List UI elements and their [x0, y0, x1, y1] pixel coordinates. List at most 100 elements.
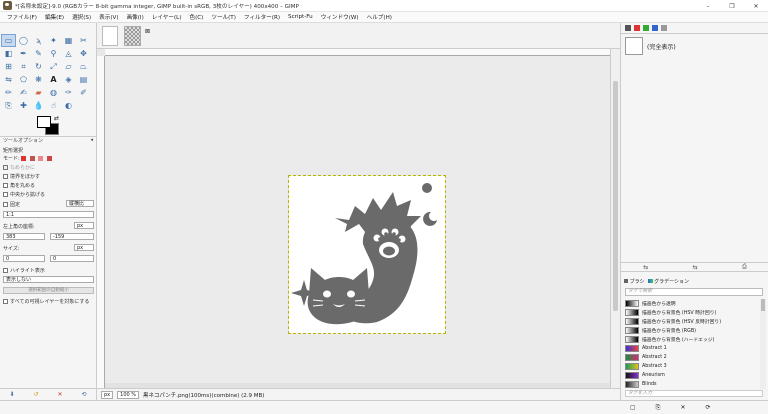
gradient-item[interactable]: Abstract 2: [625, 353, 759, 362]
vertical-scrollbar[interactable]: [610, 49, 620, 388]
move-tool-icon[interactable]: ✥: [77, 48, 90, 59]
foreground-select-tool-icon[interactable]: ◧: [2, 48, 15, 59]
highlight-option[interactable]: ハイライト表示: [3, 267, 45, 274]
size-height-field[interactable]: 0: [50, 255, 94, 262]
aspect-ratio-field[interactable]: 1:1: [3, 211, 94, 218]
color-swatches[interactable]: ⇄: [37, 115, 61, 136]
menu-help[interactable]: ヘルプ(H): [363, 13, 396, 21]
close-tab-icon[interactable]: ⊠: [145, 28, 150, 35]
menu-script-fu[interactable]: Script-Fu: [284, 14, 317, 20]
position-x-field[interactable]: 383: [3, 233, 45, 240]
size-width-field[interactable]: 0: [3, 255, 45, 262]
clone-tool-icon[interactable]: ⎘: [2, 100, 15, 111]
layers-tab-icon[interactable]: [625, 25, 631, 31]
image-tab-thumbnail-2[interactable]: [124, 26, 141, 46]
duplicate-gradient-icon[interactable]: ⎘: [656, 404, 661, 412]
eraser-tool-icon[interactable]: ▰: [32, 87, 45, 98]
align-tool-icon[interactable]: ⊞: [2, 61, 15, 72]
gradient-tag-input[interactable]: タグを入力: [625, 390, 763, 397]
menu-windows[interactable]: ウィンドウ(W): [317, 13, 363, 21]
dodge-burn-tool-icon[interactable]: ◐: [62, 100, 75, 111]
menu-edit[interactable]: 編集(E): [41, 13, 68, 21]
highlight-checkbox[interactable]: [3, 268, 8, 273]
mode-replace-icon[interactable]: [21, 156, 27, 161]
gradient-item[interactable]: Abstract 1: [625, 344, 759, 353]
bucket-fill-tool-icon[interactable]: ◈: [62, 74, 75, 85]
maximize-button[interactable]: ❐: [720, 0, 744, 12]
canvas-area[interactable]: [105, 56, 610, 388]
history-tab-icon[interactable]: [652, 25, 658, 31]
menu-file[interactable]: ファイル(F): [3, 13, 41, 21]
menu-view[interactable]: 表示(V): [95, 13, 122, 21]
swap-colors-icon[interactable]: ⇄: [54, 115, 59, 122]
spare-tool-icon[interactable]: [77, 100, 90, 111]
round-corners-option[interactable]: 角を丸める: [3, 182, 35, 189]
brushes-tab[interactable]: ブラシ: [624, 278, 645, 285]
position-y-field[interactable]: -159: [50, 233, 94, 240]
menu-select[interactable]: 選択(S): [68, 13, 95, 21]
ink-tool-icon[interactable]: ✑: [62, 87, 75, 98]
color-select-tool-icon[interactable]: ▦: [62, 35, 75, 46]
paths-tool-icon[interactable]: ✒: [17, 48, 30, 59]
gradient-item[interactable]: Aneurism: [625, 371, 759, 380]
round-corners-checkbox[interactable]: [3, 183, 8, 188]
blend-tool-icon[interactable]: ▤: [77, 74, 90, 85]
rotate-tool-icon[interactable]: ↻: [32, 61, 45, 72]
fuzzy-select-tool-icon[interactable]: ✦: [47, 35, 60, 46]
expand-center-checkbox[interactable]: [3, 192, 8, 197]
feather-checkbox[interactable]: [3, 174, 8, 179]
duplicate-icon[interactable]: ⇆: [693, 264, 698, 271]
pencil-tool-icon[interactable]: ✏: [2, 87, 15, 98]
foreground-color-swatch[interactable]: [37, 116, 51, 128]
airbrush-tool-icon[interactable]: ◍: [47, 87, 60, 98]
mode-subtract-icon[interactable]: [38, 156, 44, 161]
close-button[interactable]: ✕: [744, 0, 768, 12]
gradient-item[interactable]: 描画色から背景色 (ハードエッジ): [625, 335, 759, 344]
guides-select[interactable]: 表示しない: [3, 276, 94, 283]
rect-select-tool-icon[interactable]: ▭: [1, 34, 16, 47]
shrink-merged-option[interactable]: すべての可視レイヤーを対象にする: [3, 298, 89, 305]
paths-tab-icon[interactable]: [643, 25, 649, 31]
auto-shrink-button[interactable]: 選択範囲の自動縮小: [3, 287, 94, 294]
gradient-item[interactable]: Abstract 3: [625, 362, 759, 371]
vertical-scroll-thumb[interactable]: [613, 81, 618, 311]
zoom-tool-icon[interactable]: ⚲: [47, 48, 60, 59]
restore-options-icon[interactable]: ↺: [33, 391, 38, 398]
gradient-item[interactable]: 描画色から背景色 (HSV 時計回り): [625, 308, 759, 317]
menu-tools[interactable]: ツール(T): [207, 13, 240, 21]
menu-filters[interactable]: フィルター(R): [240, 13, 284, 21]
panel-menu-icon[interactable]: ◂: [90, 137, 93, 143]
blur-tool-icon[interactable]: 💧: [32, 100, 45, 111]
warp-tool-icon[interactable]: ❋: [32, 74, 45, 85]
gradient-item[interactable]: 描画色から背景色 (RGB): [625, 326, 759, 335]
ellipse-select-tool-icon[interactable]: ◯: [17, 35, 30, 46]
gradient-scroll-thumb[interactable]: [761, 299, 765, 311]
reset-options-icon[interactable]: ⟲: [81, 391, 86, 398]
smooth-checkbox[interactable]: [3, 165, 8, 170]
refresh-gradient-icon[interactable]: ⟳: [706, 404, 711, 411]
fixed-option[interactable]: 固定: [3, 201, 20, 208]
minimize-button[interactable]: –: [696, 0, 720, 12]
gradient-filter-input[interactable]: タグで検索: [625, 288, 763, 296]
crop-tool-icon[interactable]: ⌗: [17, 61, 30, 72]
new-gradient-icon[interactable]: ▢: [630, 404, 636, 411]
image-canvas[interactable]: [288, 175, 446, 334]
gradient-list[interactable]: 描画色から透明 描画色から背景色 (HSV 時計回り) 描画色から背景色 (HSV …: [625, 299, 759, 389]
zoom-select[interactable]: 100 %: [117, 390, 140, 399]
shear-tool-icon[interactable]: ▱: [62, 61, 75, 72]
cage-tool-icon[interactable]: ⬠: [17, 74, 30, 85]
measure-tool-icon[interactable]: ◬: [62, 48, 75, 59]
expand-center-option[interactable]: 中央から拡げる: [3, 191, 45, 198]
fixed-mode-select[interactable]: 縦横比: [66, 200, 94, 207]
smooth-option[interactable]: なめらかに: [3, 164, 35, 171]
channels-tab-icon[interactable]: [634, 25, 640, 31]
layer-row[interactable]: (完全表示): [625, 36, 765, 56]
mypaint-brush-tool-icon[interactable]: ✐: [77, 87, 90, 98]
smudge-tool-icon[interactable]: ☝: [47, 100, 60, 111]
perspective-tool-icon[interactable]: ⏢: [77, 61, 90, 72]
tool-options-tab[interactable]: ツールオプション ◂: [0, 136, 96, 144]
feather-option[interactable]: 境界をぼかす: [3, 173, 40, 180]
delete-icon[interactable]: ⎙: [742, 263, 747, 271]
menu-layer[interactable]: レイヤー(L): [148, 13, 186, 21]
text-tool-icon[interactable]: A: [47, 74, 60, 85]
